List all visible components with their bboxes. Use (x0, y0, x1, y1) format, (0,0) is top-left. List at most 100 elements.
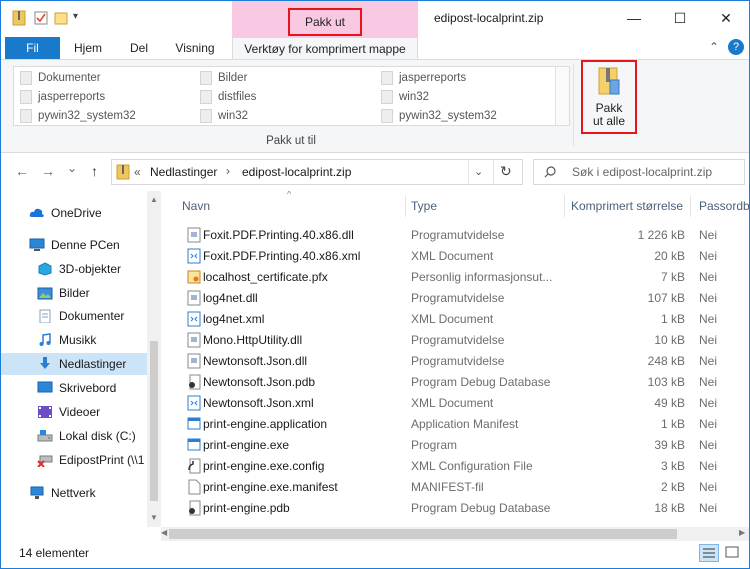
navpane-scrollbar[interactable]: ▲ ▼ (147, 191, 161, 527)
up-button[interactable]: ↑ (91, 163, 98, 179)
extract-to-gallery: Dokumenter Bilder jasperreports jasperre… (13, 66, 570, 126)
refresh-button[interactable]: ↻ (500, 163, 512, 180)
search-box[interactable]: Søk i edipost-localprint.zip (533, 159, 745, 185)
gallery-item[interactable]: win32 (381, 88, 429, 106)
forward-button[interactable]: → (41, 163, 55, 179)
gallery-item[interactable]: pywin32_system32 (381, 107, 497, 125)
file-password-protected: Nei (699, 312, 718, 326)
file-row[interactable]: print-engine.exe Program 39 kB Nei (181, 434, 749, 455)
minimize-button[interactable]: — (611, 1, 657, 35)
file-row[interactable]: Newtonsoft.Json.xml XML Document 49 kB Nei (181, 392, 749, 413)
gallery-item[interactable]: distfiles (200, 88, 256, 106)
breadcrumb-separator[interactable]: › (226, 164, 230, 178)
tab-compressed-folder-tools[interactable]: Verktøy for komprimert mappe (232, 37, 418, 59)
nav-item-label: Videoer (59, 405, 101, 419)
horizontal-scrollbar[interactable]: ◀ ▶ (161, 527, 749, 541)
recent-locations-button[interactable]: ⌄ (67, 161, 77, 175)
extract-all-button[interactable]: Pakk ut alle (581, 60, 637, 134)
gallery-item[interactable]: win32 (200, 107, 248, 125)
properties-icon[interactable] (33, 10, 49, 26)
nav-item-onedrive[interactable]: OneDrive (1, 202, 147, 224)
column-divider[interactable] (690, 195, 691, 217)
nav-item-music[interactable]: Musikk (1, 329, 147, 351)
nav-item-local-disk[interactable]: Lokal disk (C:) (1, 425, 147, 447)
nav-item-videos[interactable]: Videoer (1, 401, 147, 423)
file-password-protected: Nei (699, 396, 718, 410)
file-row[interactable]: Foxit.PDF.Printing.40.x86.dll Programutvi… (181, 224, 749, 245)
tab-view[interactable]: Visning (165, 37, 225, 59)
file-compressed-size: 10 kB (654, 333, 685, 347)
window-title: edipost-localprint.zip (434, 11, 544, 25)
gallery-scrollbar[interactable] (555, 67, 569, 125)
nav-item-pictures[interactable]: Bilder (1, 282, 147, 304)
breadcrumb-overflow[interactable]: « (134, 165, 141, 179)
file-row[interactable]: log4net.dll Programutvidelse 107 kB Nei (181, 287, 749, 308)
column-divider[interactable] (405, 195, 406, 217)
help-icon[interactable]: ? (728, 39, 744, 55)
file-row[interactable]: print-engine.application Application Mani… (181, 413, 749, 434)
address-bar[interactable]: « Nedlastinger › edipost-localprint.zip … (111, 159, 523, 185)
column-header-type[interactable]: Type (411, 199, 437, 213)
scroll-right-icon[interactable]: ▶ (739, 528, 745, 537)
file-row[interactable]: print-engine.pdb Program Debug Database 18… (181, 497, 749, 518)
nav-item-network[interactable]: Nettverk (1, 482, 147, 504)
file-row[interactable]: Newtonsoft.Json.dll Programutvidelse 248 k… (181, 350, 749, 371)
file-name: Newtonsoft.Json.xml (203, 396, 314, 410)
back-button[interactable]: ← (15, 163, 29, 179)
customize-qat-icon[interactable]: ▾ (73, 11, 78, 22)
file-compressed-size: 7 kB (660, 270, 685, 284)
breadcrumb-downloads[interactable]: Nedlastinger (150, 165, 217, 179)
gallery-item[interactable]: jasperreports (381, 69, 466, 87)
gallery-item[interactable]: pywin32_system32 (20, 107, 136, 125)
nav-item-3d-objects[interactable]: 3D-objekter (1, 258, 147, 280)
file-row[interactable]: print-engine.exe.manifest MANIFEST-fil 2 k… (181, 476, 749, 497)
gallery-item[interactable]: Bilder (200, 69, 247, 87)
navpane-scroll-thumb[interactable] (150, 341, 158, 501)
nav-item-desktop[interactable]: Skrivebord (1, 377, 147, 399)
column-divider[interactable] (564, 195, 565, 217)
folder-icon (20, 90, 32, 104)
file-row[interactable]: print-engine.exe.config XML Configuration… (181, 455, 749, 476)
collapse-ribbon-icon[interactable]: ⌃ (709, 40, 719, 54)
file-row[interactable]: localhost_certificate.pfx Personlig infor… (181, 266, 749, 287)
file-password-protected: Nei (699, 438, 718, 452)
horizontal-scroll-thumb[interactable] (169, 529, 677, 539)
column-header-compressed-size[interactable]: Komprimert størrelse (571, 199, 683, 213)
gallery-item[interactable]: jasperreports (20, 88, 105, 106)
documents-icon (39, 309, 51, 323)
large-icons-view-button[interactable] (723, 544, 743, 562)
file-row[interactable]: Mono.HttpUtility.dll Programutvidelse 10 k… (181, 329, 749, 350)
file-type: Programutvidelse (411, 228, 505, 242)
column-header-password[interactable]: Passordbe (699, 199, 749, 213)
file-row[interactable]: Foxit.PDF.Printing.40.x86.xml XML Documen… (181, 245, 749, 266)
sort-indicator-icon: ^ (287, 191, 292, 199)
details-view-button[interactable] (699, 544, 719, 562)
maximize-button[interactable]: ☐ (657, 1, 703, 35)
file-row[interactable]: log4net.xml XML Document 1 kB Nei (181, 308, 749, 329)
scroll-up-icon[interactable]: ▲ (150, 195, 158, 204)
search-icon (544, 166, 556, 178)
new-folder-icon[interactable] (53, 10, 69, 26)
close-button[interactable]: ✕ (703, 1, 749, 35)
title-bar: ▾ Pakk ut edipost-localprint.zip — ☐ ✕ (1, 1, 749, 37)
tab-home[interactable]: Hjem (63, 37, 113, 59)
folder-icon (20, 71, 32, 85)
breadcrumb-zip[interactable]: edipost-localprint.zip (242, 165, 351, 179)
nav-item-this-pc[interactable]: Denne PCen (1, 234, 147, 256)
nav-item-network-drive[interactable]: EdipostPrint (\\1 (1, 449, 147, 471)
nav-item-label: Denne PCen (51, 238, 120, 252)
nav-item-documents[interactable]: Dokumenter (1, 305, 147, 327)
gallery-item-label: Dokumenter (38, 72, 101, 84)
nav-item-downloads[interactable]: Nedlastinger (1, 353, 147, 375)
gallery-item[interactable]: Dokumenter (20, 69, 101, 87)
extract-to-group-label: Pakk ut til (266, 135, 316, 147)
scroll-left-icon[interactable]: ◀ (161, 528, 167, 537)
tab-file[interactable]: Fil (5, 37, 60, 59)
scroll-down-icon[interactable]: ▼ (150, 513, 158, 522)
tab-share[interactable]: Del (119, 37, 159, 59)
file-type: Program Debug Database (411, 375, 551, 389)
address-dropdown-icon[interactable]: ⌄ (474, 165, 483, 178)
file-row[interactable]: Newtonsoft.Json.pdb Program Debug Databas… (181, 371, 749, 392)
column-header-name[interactable]: Navn (182, 199, 210, 213)
status-bar: 14 elementer (1, 541, 749, 568)
